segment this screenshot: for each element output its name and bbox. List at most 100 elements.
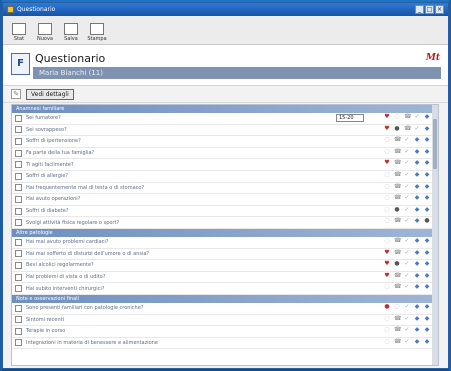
info-icon[interactable]: ◆ bbox=[414, 249, 420, 256]
toolbar-button-save[interactable]: Salva bbox=[61, 23, 81, 42]
info-icon[interactable]: ◆ bbox=[424, 125, 430, 132]
info-icon[interactable]: ◆ bbox=[424, 272, 430, 279]
question-row[interactable]: Hai frequentemente mal di testa o di sto… bbox=[12, 183, 438, 195]
question-row[interactable]: Fa parte della tua famiglia? ◌ ☎ ✓ ◆ ◆ bbox=[12, 148, 438, 160]
phone-icon[interactable]: ☎ bbox=[394, 249, 401, 256]
info-icon[interactable]: ◆ bbox=[414, 261, 420, 267]
info-icon[interactable]: ◆ bbox=[424, 284, 430, 290]
checkbox[interactable] bbox=[15, 172, 22, 180]
ghost-icon[interactable]: ◌ bbox=[384, 137, 390, 143]
checkbox[interactable] bbox=[15, 219, 22, 227]
info-icon[interactable]: ◆ bbox=[414, 315, 420, 322]
phone-icon[interactable]: ☎ bbox=[394, 160, 401, 166]
info-icon[interactable]: ◆ bbox=[414, 137, 420, 143]
info-icon[interactable]: ◆ bbox=[424, 237, 430, 244]
ghost-icon[interactable]: ◌ bbox=[384, 206, 390, 213]
heart-icon[interactable]: ♥ bbox=[384, 114, 390, 120]
view-details-button[interactable]: Vedi dettagli bbox=[26, 88, 74, 100]
question-row[interactable]: Svolgi attività fisica regolare o sport?… bbox=[12, 217, 438, 229]
info-icon[interactable]: ◆ bbox=[414, 218, 420, 224]
check-icon[interactable]: ✓ bbox=[404, 261, 410, 267]
ghost-icon[interactable]: ◌ bbox=[384, 315, 390, 322]
checkbox[interactable] bbox=[15, 316, 22, 324]
question-row[interactable]: Sei fumatore? 15-20 ♥ ◌ ☎ ✓ ◆ bbox=[12, 113, 438, 125]
question-row[interactable]: Hai mai avuto problemi cardiaci? ◌ ☎ ✓ ◆… bbox=[12, 237, 438, 249]
question-row[interactable]: Soffri di ipertensione? ◌ ☎ ✓ ◆ ◆ bbox=[12, 136, 438, 148]
checkbox[interactable] bbox=[15, 250, 22, 258]
phone-icon[interactable]: ☎ bbox=[394, 137, 401, 143]
question-row[interactable]: Hai subito interventi chirurgici? ◌ ☎ ✓ … bbox=[12, 283, 438, 295]
phone-icon[interactable]: ☎ bbox=[394, 195, 401, 201]
checkbox[interactable] bbox=[15, 339, 22, 347]
check-icon[interactable]: ✓ bbox=[404, 148, 410, 155]
phone-icon[interactable]: ☎ bbox=[394, 218, 401, 224]
checkbox[interactable] bbox=[15, 114, 22, 122]
info-icon[interactable]: ◆ bbox=[414, 206, 420, 213]
check-icon[interactable]: ✓ bbox=[414, 125, 420, 132]
phone-icon[interactable]: ☎ bbox=[394, 148, 401, 155]
ghost-icon[interactable]: ◌ bbox=[394, 114, 400, 120]
check-icon[interactable]: ✓ bbox=[404, 284, 410, 290]
info-icon[interactable]: ◆ bbox=[424, 206, 430, 213]
ghost-icon[interactable]: ◌ bbox=[394, 303, 400, 310]
checkbox[interactable] bbox=[15, 184, 22, 192]
alert-icon[interactable]: ● bbox=[384, 303, 390, 310]
heart-icon[interactable]: ♥ bbox=[384, 261, 390, 267]
ghost-icon[interactable]: ◌ bbox=[384, 218, 390, 224]
info-icon[interactable]: ◆ bbox=[424, 160, 430, 166]
question-row[interactable]: Bevi alcolici regolarmente? ♥ ● ✓ ◆ ◆ bbox=[12, 260, 438, 272]
check-icon[interactable]: ✓ bbox=[404, 303, 410, 310]
phone-icon[interactable]: ☎ bbox=[394, 327, 401, 333]
info-icon[interactable]: ◆ bbox=[424, 249, 430, 256]
ghost-icon[interactable]: ◌ bbox=[384, 171, 390, 178]
checkbox[interactable] bbox=[15, 261, 22, 269]
phone-icon[interactable]: ☎ bbox=[404, 125, 411, 132]
checkbox[interactable] bbox=[15, 273, 22, 281]
check-icon[interactable]: ✓ bbox=[404, 195, 410, 201]
checkbox[interactable] bbox=[15, 137, 22, 145]
check-icon[interactable]: ✓ bbox=[404, 272, 410, 279]
heart-icon[interactable]: ♥ bbox=[384, 272, 390, 279]
dark-icon[interactable]: ● bbox=[394, 261, 400, 267]
question-row[interactable]: Sono presenti familiari con patologie cr… bbox=[12, 303, 438, 315]
info-icon[interactable]: ◆ bbox=[414, 148, 420, 155]
question-row[interactable]: Terapie in corso ◌ ☎ ✓ ◆ ◆ bbox=[12, 326, 438, 338]
dropdown-select[interactable]: 15-20 bbox=[336, 114, 364, 122]
check-icon[interactable]: ✓ bbox=[404, 237, 410, 244]
checkbox[interactable] bbox=[15, 207, 22, 215]
phone-icon[interactable]: ☎ bbox=[404, 114, 411, 120]
phone-icon[interactable]: ☎ bbox=[394, 315, 401, 322]
check-icon[interactable]: ✓ bbox=[404, 183, 410, 190]
ghost-icon[interactable]: ◌ bbox=[384, 284, 390, 290]
phone-icon[interactable]: ☎ bbox=[394, 338, 401, 345]
checkbox[interactable] bbox=[15, 238, 22, 246]
info-icon[interactable]: ◆ bbox=[424, 327, 430, 333]
info-icon[interactable]: ◆ bbox=[424, 183, 430, 190]
checkbox[interactable] bbox=[15, 195, 22, 203]
info-icon[interactable]: ◆ bbox=[424, 137, 430, 143]
dark-icon[interactable]: ● bbox=[424, 218, 430, 224]
checkbox[interactable] bbox=[15, 126, 22, 134]
question-row[interactable]: Soffri di diabete? ◌ ● ✓ ◆ ◆ bbox=[12, 206, 438, 218]
question-row[interactable]: Soffri di allergie? ◌ ☎ ✓ ◆ ◆ bbox=[12, 171, 438, 183]
info-icon[interactable]: ◆ bbox=[414, 272, 420, 279]
phone-icon[interactable]: ☎ bbox=[394, 284, 401, 290]
check-icon[interactable]: ✓ bbox=[404, 171, 410, 178]
ghost-icon[interactable]: ◌ bbox=[384, 148, 390, 155]
question-row[interactable]: Hai problemi di vista o di udito? ♥ ☎ ✓ … bbox=[12, 272, 438, 284]
toolbar-button-print[interactable]: Stampa bbox=[87, 23, 107, 42]
ghost-icon[interactable]: ◌ bbox=[384, 338, 390, 345]
ghost-icon[interactable]: ◌ bbox=[384, 327, 390, 333]
question-row[interactable]: Ti agiti facilmente? ♥ ☎ ✓ ◆ ◆ bbox=[12, 159, 438, 171]
info-icon[interactable]: ◆ bbox=[424, 338, 430, 345]
dark-icon[interactable]: ● bbox=[394, 125, 400, 132]
toolbar-button-stat[interactable]: Stat bbox=[9, 23, 29, 42]
check-icon[interactable]: ✓ bbox=[404, 218, 410, 224]
check-icon[interactable]: ✓ bbox=[404, 160, 410, 166]
heart-icon[interactable]: ♥ bbox=[384, 249, 390, 256]
phone-icon[interactable]: ☎ bbox=[394, 237, 401, 244]
ghost-icon[interactable]: ◌ bbox=[384, 195, 390, 201]
info-icon[interactable]: ◆ bbox=[414, 327, 420, 333]
question-row[interactable]: Hai avuto operazioni? ◌ ☎ ✓ ◆ ◆ bbox=[12, 194, 438, 206]
info-icon[interactable]: ◆ bbox=[414, 160, 420, 166]
